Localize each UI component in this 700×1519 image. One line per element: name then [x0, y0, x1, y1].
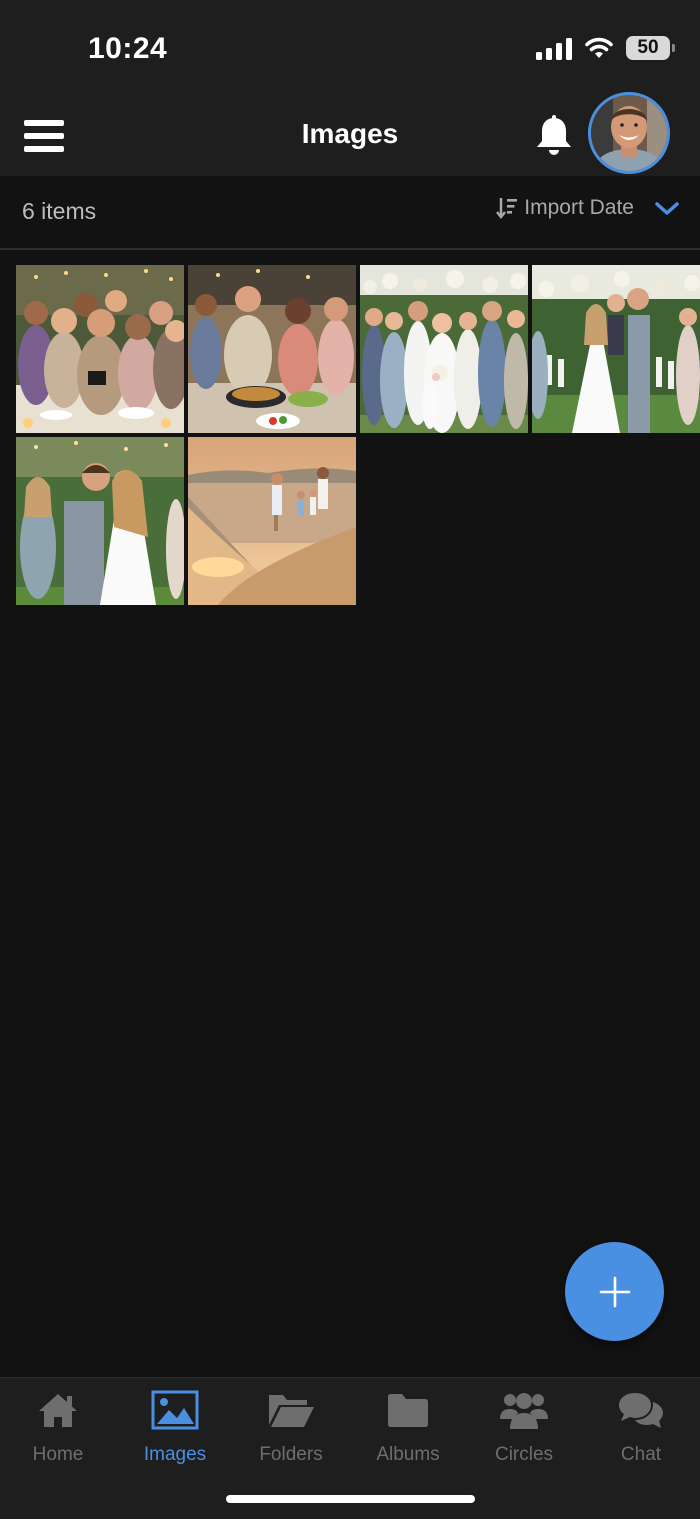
tab-images[interactable]: Images [117, 1388, 233, 1468]
status-time: 10:24 [88, 32, 168, 65]
home-icon [39, 1394, 77, 1427]
photo-thumbnail[interactable] [360, 265, 528, 433]
tab-folders[interactable]: Folders [233, 1388, 349, 1468]
group-selfie-photo [16, 265, 184, 433]
photo-thumbnail[interactable] [188, 265, 356, 433]
photo-grid [16, 265, 700, 605]
photo-thumbnail[interactable] [188, 437, 356, 605]
tab-label: Circles [494, 1444, 554, 1465]
plus-icon [599, 1276, 630, 1307]
tab-label: Home [32, 1444, 84, 1465]
cellular-signal-icon [536, 36, 572, 60]
tab-label: Chat [620, 1444, 662, 1465]
tab-label: Albums [376, 1444, 440, 1465]
beach-sunset-photo [188, 437, 356, 605]
battery-level: 50 [637, 37, 659, 58]
photo-thumbnail[interactable] [532, 265, 700, 433]
folder-open-icon [269, 1395, 314, 1427]
bell-icon [537, 115, 571, 155]
status-icons: 50 [536, 36, 675, 60]
toolbar: 6 items Import Date [0, 176, 700, 250]
sort-dropdown[interactable]: Import Date [496, 196, 680, 220]
avatar-photo [591, 95, 667, 171]
tab-chat[interactable]: Chat [583, 1388, 699, 1468]
photo-thumbnail[interactable] [16, 437, 184, 605]
item-count: 6 items [22, 198, 97, 224]
wifi-icon [585, 37, 613, 58]
tab-albums[interactable]: Albums [350, 1388, 466, 1468]
avatar[interactable] [588, 92, 670, 174]
wedding-ceremony-photo [532, 265, 700, 433]
tab-circles[interactable]: Circles [466, 1388, 582, 1468]
wedding-group-photo [360, 265, 528, 433]
users-icon [500, 1393, 548, 1429]
status-bar: 10:24 50 [0, 0, 700, 96]
add-button[interactable] [565, 1242, 664, 1341]
tab-home[interactable]: Home [0, 1388, 116, 1468]
notifications-button[interactable] [532, 114, 576, 158]
cooking-party-photo [188, 265, 356, 433]
tab-label: Images [143, 1444, 207, 1465]
folder-icon [388, 1394, 428, 1427]
home-indicator [226, 1495, 475, 1503]
tab-label: Folders [259, 1444, 323, 1465]
chat-icon [619, 1393, 663, 1428]
chevron-down-icon[interactable] [654, 199, 680, 217]
battery-icon: 50 [626, 36, 675, 60]
sort-label: Import Date [524, 196, 634, 219]
app-header: Images [0, 92, 700, 176]
photo-thumbnail[interactable] [16, 265, 184, 433]
wedding-dance-photo [16, 437, 184, 605]
sort-icon [496, 198, 518, 220]
image-icon [151, 1390, 199, 1430]
